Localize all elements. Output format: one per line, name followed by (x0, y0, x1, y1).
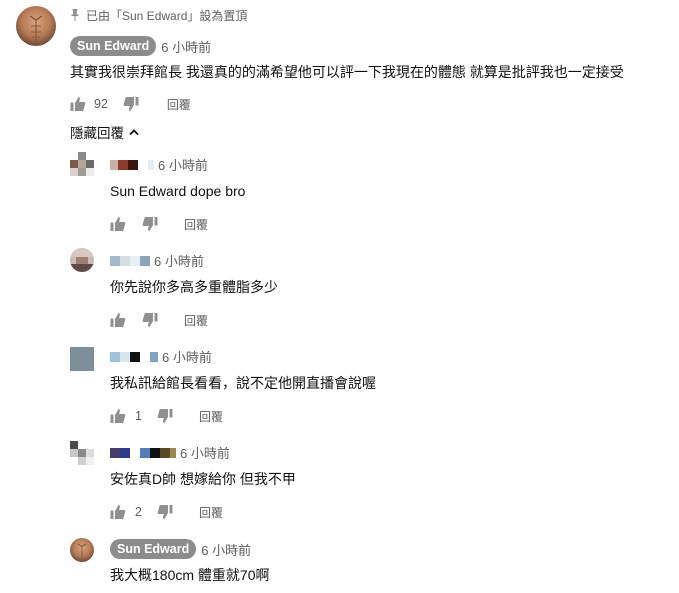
avatar[interactable] (70, 441, 94, 465)
reply-button[interactable]: 回覆 (199, 408, 223, 425)
like-count: 92 (94, 97, 108, 111)
comment-text: 我大概180cm 體重就70啊 (110, 567, 270, 583)
avatar[interactable] (70, 347, 94, 371)
thumb-up-icon[interactable] (110, 504, 126, 520)
comment-time[interactable]: 6 小時前 (158, 155, 208, 174)
avatar[interactable] (70, 538, 94, 562)
comment-header: Sun Edward 6 小時前 (70, 36, 211, 56)
pin-icon (71, 9, 79, 21)
comment-text: 安佐真D帥 想嫁給你 但我不甲 (110, 471, 296, 487)
author-name-pixelated[interactable] (110, 159, 154, 171)
comment-text: 我私訊給館長看看，說不定他開直播會說喔 (110, 375, 376, 391)
avatar[interactable] (16, 6, 56, 46)
comment-text: Sun Edward dope bro (110, 183, 246, 199)
comment-time[interactable]: 6 小時前 (162, 347, 212, 366)
author-chip[interactable]: Sun Edward (110, 539, 197, 559)
reply-button[interactable]: 回覆 (184, 216, 208, 233)
hide-replies-button[interactable]: 隱藏回覆 (70, 122, 139, 142)
thumb-down-icon[interactable] (157, 408, 173, 424)
thumb-down-icon[interactable] (142, 216, 158, 232)
comment-text: 其實我很崇拜館長 我還真的的滿希望他可以評一下我現在的體態 就算是批評我也一定接… (70, 64, 624, 80)
reply-header: Sun Edward 6 小時前 (110, 539, 251, 559)
chevron-up-icon (129, 129, 139, 136)
author-name-pixelated[interactable] (110, 255, 150, 267)
pinned-text: 已由「Sun Edward」設為置頂 (86, 8, 248, 23)
like-count: 1 (135, 409, 142, 423)
comment-time[interactable]: 6 小時前 (201, 540, 251, 559)
reply-header: 6 小時前 (110, 251, 204, 270)
reply-header: 6 小時前 (110, 155, 208, 174)
comment-time[interactable]: 6 小時前 (180, 443, 230, 462)
comment-actions: 2 回覆 (110, 502, 223, 522)
avatar[interactable] (70, 152, 94, 176)
thumb-up-icon[interactable] (110, 216, 126, 232)
like-count: 2 (135, 505, 142, 519)
comment-actions: 92 回覆 (70, 94, 191, 114)
reply-button[interactable]: 回覆 (199, 504, 223, 521)
reply-button[interactable]: 回覆 (167, 96, 191, 113)
hide-replies-label: 隱藏回覆 (70, 126, 124, 141)
avatar[interactable] (70, 248, 94, 272)
reply-button[interactable]: 回覆 (184, 312, 208, 329)
pinned-notice: 已由「Sun Edward」設為置頂 (70, 6, 247, 24)
author-name-pixelated[interactable] (110, 447, 176, 459)
thumb-up-icon[interactable] (110, 312, 126, 328)
thumb-down-icon[interactable] (157, 504, 173, 520)
comment-time[interactable]: 6 小時前 (161, 37, 211, 56)
comment-text: 你先說你多高多重體脂多少 (110, 279, 278, 295)
author-name-pixelated[interactable] (110, 351, 158, 363)
thumb-down-icon[interactable] (123, 96, 139, 112)
reply-header: 6 小時前 (110, 443, 230, 462)
thumb-down-icon[interactable] (142, 312, 158, 328)
thumb-up-icon[interactable] (70, 96, 86, 112)
reply-header: 6 小時前 (110, 347, 212, 366)
thumb-up-icon[interactable] (110, 408, 126, 424)
comment-actions: 回覆 (110, 310, 208, 330)
comment-time[interactable]: 6 小時前 (154, 251, 204, 270)
author-chip[interactable]: Sun Edward (70, 36, 157, 56)
comment-actions: 1 回覆 (110, 406, 223, 426)
comment-actions: 回覆 (110, 214, 208, 234)
